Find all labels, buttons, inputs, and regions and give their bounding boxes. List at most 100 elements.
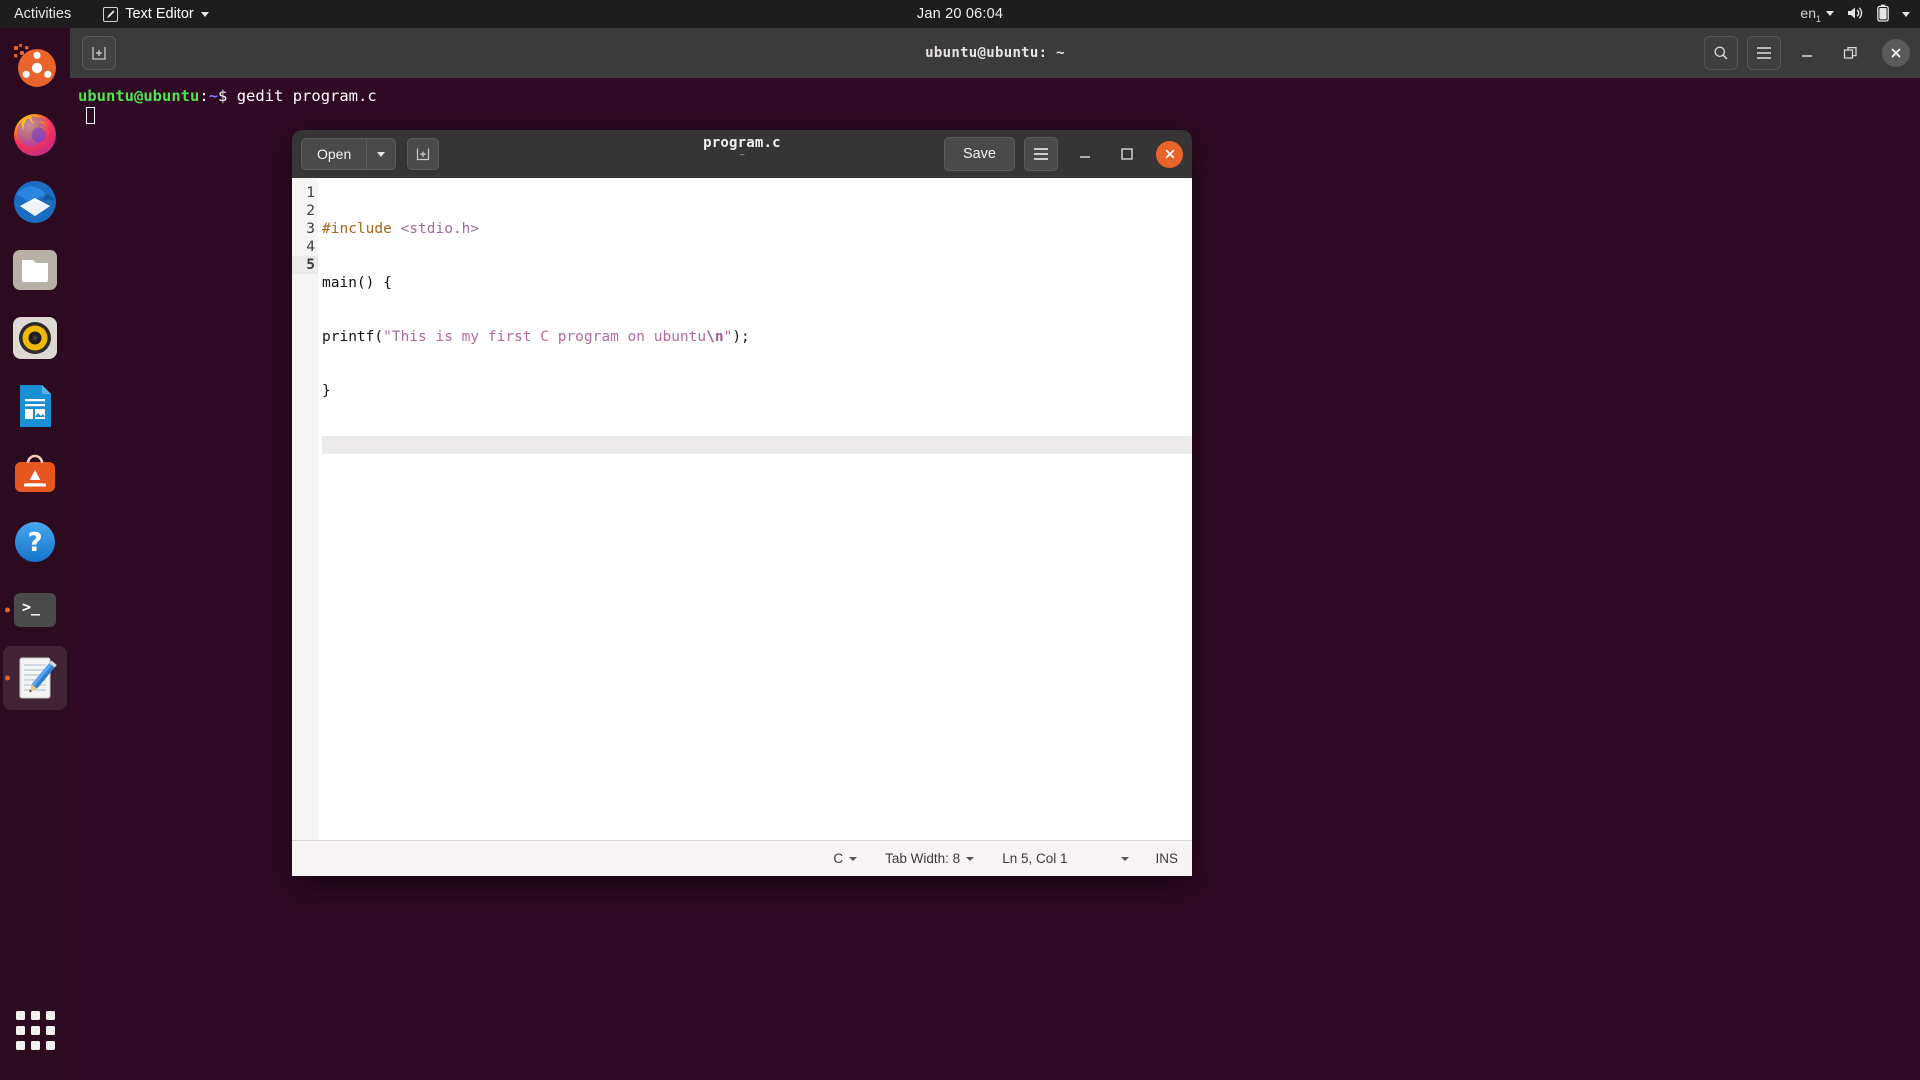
ubuntu-software-icon [15, 454, 55, 492]
code-line-2: main() { [322, 275, 392, 291]
svg-text:?: ? [27, 528, 42, 558]
app-menu-text-editor[interactable]: Text Editor [103, 6, 209, 22]
terminal-maximize-button[interactable] [1833, 36, 1867, 70]
top-bar: Activities Text Editor Jan 20 06:04 en1 [0, 0, 1920, 28]
code-line-5 [322, 436, 1192, 454]
minimize-icon [1080, 156, 1090, 158]
running-indicator [5, 607, 10, 613]
gedit-statusbar: C Tab Width: 8 Ln 5, Col 1 INS [292, 840, 1192, 876]
new-tab-icon [92, 47, 106, 60]
line-number-gutter: 1 2 3 4 5 [292, 178, 318, 840]
code-line-3: printf("This is my first C program on ub… [322, 328, 1192, 346]
dock-item-help[interactable]: ? [3, 510, 67, 574]
help-icon: ? [15, 522, 55, 562]
dock-item-text-editor[interactable] [3, 646, 67, 710]
firefox-icon [14, 114, 56, 156]
keyboard-layout-label: en [1800, 4, 1816, 21]
system-tray: en1 [1800, 0, 1910, 28]
dock-item-terminal[interactable]: >_ [3, 578, 67, 642]
thunderbird-icon [14, 181, 56, 223]
ubuntu-install-icon [14, 44, 56, 87]
clock-wrapper: Jan 20 06:04 [0, 0, 1920, 28]
chevron-down-icon [849, 856, 858, 861]
terminal-window-controls [1704, 36, 1910, 70]
search-icon [1714, 46, 1728, 60]
line-number: 4 [306, 239, 315, 255]
include-header: <stdio.h> [391, 221, 480, 237]
dock-item-rhythmbox[interactable] [3, 306, 67, 370]
save-button[interactable]: Save [943, 137, 1015, 171]
close-icon [1165, 149, 1174, 159]
text-editor-icon [19, 657, 57, 699]
hamburger-icon [1034, 148, 1048, 160]
gedit-document-area[interactable]: 1 2 3 4 5 #include <stdio.h> main() { pr… [292, 178, 1192, 840]
chevron-down-icon [377, 151, 386, 157]
code-editor[interactable]: #include <stdio.h> main() { printf("This… [318, 178, 1192, 840]
language-selector[interactable]: C [833, 851, 858, 866]
terminal-title: ubuntu@ubuntu: ~ [925, 45, 1065, 61]
terminal-close-button[interactable] [1882, 39, 1910, 67]
keyboard-layout-indicator[interactable]: en1 [1800, 4, 1834, 24]
gedit-close-button[interactable] [1156, 140, 1183, 168]
language-label: C [833, 851, 844, 866]
dock-item-thunderbird[interactable] [3, 170, 67, 234]
dock-item-firefox[interactable] [3, 102, 67, 166]
terminal-prompt-user: ubuntu@ubuntu [78, 87, 200, 105]
gedit-menu-button[interactable] [1024, 137, 1058, 171]
minimize-icon [1802, 55, 1812, 57]
preprocessor-directive: #include [322, 221, 392, 237]
dock-item-ubuntu-software-install[interactable] [3, 34, 67, 98]
svg-text:>_: >_ [22, 598, 41, 616]
tab-width-selector[interactable]: Tab Width: 8 [885, 851, 975, 866]
terminal-cursor [86, 107, 95, 124]
text-editor-icon [103, 6, 119, 22]
terminal-icon: >_ [14, 593, 56, 627]
gedit-headerbar: Open program.c ~ Save [292, 130, 1192, 178]
battery-icon[interactable] [1877, 4, 1889, 25]
cursor-position-label: Ln 5, Col 1 [1002, 851, 1068, 866]
files-folder-icon [13, 250, 57, 290]
open-dropdown-button[interactable] [366, 138, 397, 170]
close-icon [1891, 48, 1901, 58]
maximize-icon [1121, 148, 1133, 160]
terminal-titlebar: ubuntu@ubuntu: ~ [70, 28, 1920, 78]
terminal-output[interactable]: ubuntu@ubuntu:~$ gedit program.c [70, 78, 1920, 126]
keyboard-layout-sub: 1 [1815, 13, 1821, 24]
line-number: 3 [306, 221, 315, 237]
dock-item-libreoffice-writer[interactable] [3, 374, 67, 438]
dock-item-files[interactable] [3, 238, 67, 302]
statement-end: ); [732, 329, 750, 345]
line-number: 1 [306, 185, 315, 201]
new-tab-button[interactable] [82, 36, 116, 70]
gedit-minimize-button[interactable] [1070, 139, 1100, 169]
open-button[interactable]: Open [301, 138, 367, 170]
line-number: 2 [306, 203, 315, 219]
new-document-button[interactable] [407, 138, 440, 170]
activities-button[interactable]: Activities [0, 6, 81, 22]
terminal-minimize-button[interactable] [1790, 36, 1824, 70]
line-number-current: 5 [292, 256, 318, 274]
code-line-1: #include <stdio.h> [322, 220, 1192, 238]
system-menu-chevron-icon[interactable] [1902, 11, 1910, 17]
open-button-group: Open [301, 138, 397, 170]
dock-item-ubuntu-software[interactable] [3, 442, 67, 506]
code-line-4: } [322, 383, 331, 399]
volume-icon[interactable] [1847, 5, 1864, 24]
terminal-prompt-line: ubuntu@ubuntu:~$ gedit program.c [70, 86, 1920, 106]
chevron-down-icon [200, 11, 209, 17]
clock[interactable]: Jan 20 06:04 [917, 6, 1003, 22]
terminal-search-button[interactable] [1704, 36, 1738, 70]
terminal-menu-button[interactable] [1747, 36, 1781, 70]
cursor-position-selector[interactable]: Ln 5, Col 1 [1002, 851, 1130, 866]
show-applications-button[interactable] [3, 998, 67, 1062]
chevron-down-icon [1826, 11, 1834, 17]
apps-grid-icon [15, 1010, 55, 1050]
gedit-maximize-button[interactable] [1112, 139, 1142, 169]
terminal-prompt-colon: : [199, 87, 209, 105]
gedit-window: Open program.c ~ Save 1 2 3 4 5 #include… [292, 130, 1192, 876]
restore-icon [1843, 46, 1857, 59]
chevron-down-icon [966, 856, 975, 861]
app-menu-label: Text Editor [125, 6, 194, 22]
terminal-cursor-line [70, 106, 1920, 126]
gedit-header-actions: Save [943, 137, 1183, 171]
